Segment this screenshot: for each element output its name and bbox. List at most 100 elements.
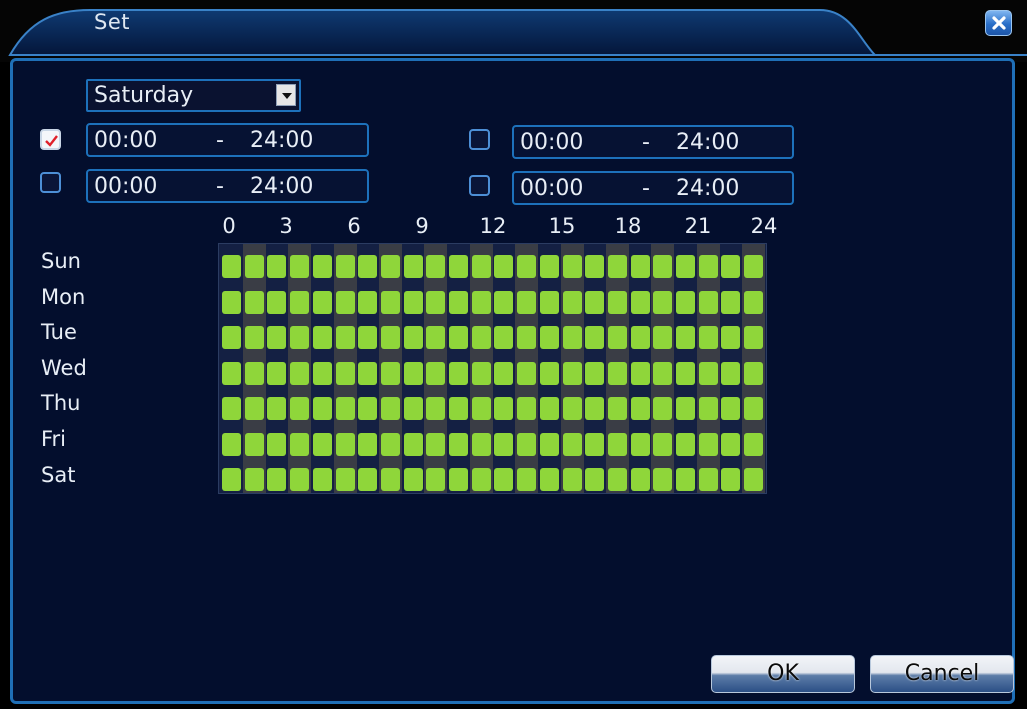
schedule-cell-tue-7[interactable] bbox=[380, 326, 400, 349]
period-3-checkbox[interactable] bbox=[469, 129, 490, 150]
schedule-cell-sat-5[interactable] bbox=[335, 468, 355, 491]
schedule-cell-sun-10[interactable] bbox=[449, 255, 468, 278]
schedule-cell-tue-4[interactable] bbox=[312, 326, 332, 349]
schedule-cell-fri-20[interactable] bbox=[676, 432, 695, 456]
schedule-cell-fri-0[interactable] bbox=[222, 432, 241, 456]
schedule-cell-fri-19[interactable] bbox=[653, 432, 673, 456]
schedule-cell-wed-7[interactable] bbox=[380, 361, 400, 385]
close-button[interactable] bbox=[985, 10, 1012, 36]
schedule-cell-mon-18[interactable] bbox=[630, 290, 650, 314]
schedule-cell-wed-2[interactable] bbox=[267, 361, 287, 385]
schedule-cell-wed-15[interactable] bbox=[562, 361, 582, 385]
schedule-cell-mon-5[interactable] bbox=[335, 290, 355, 314]
period-3-time-field[interactable]: 00:00 - 24:00 bbox=[512, 125, 794, 159]
schedule-cell-mon-2[interactable] bbox=[267, 290, 287, 314]
schedule-cell-mon-4[interactable] bbox=[312, 290, 332, 314]
schedule-cell-sat-17[interactable] bbox=[607, 468, 627, 491]
schedule-cell-wed-18[interactable] bbox=[630, 361, 650, 385]
schedule-cell-wed-12[interactable] bbox=[494, 361, 514, 385]
schedule-cell-mon-13[interactable] bbox=[517, 290, 537, 314]
schedule-cell-mon-1[interactable] bbox=[244, 290, 264, 314]
schedule-cell-tue-20[interactable] bbox=[676, 326, 695, 349]
schedule-cell-wed-0[interactable] bbox=[222, 361, 241, 385]
schedule-cell-fri-17[interactable] bbox=[607, 432, 627, 456]
schedule-cell-thu-4[interactable] bbox=[312, 397, 332, 420]
schedule-cell-mon-19[interactable] bbox=[653, 290, 673, 314]
schedule-cell-fri-3[interactable] bbox=[290, 432, 310, 456]
schedule-cell-wed-9[interactable] bbox=[426, 361, 446, 385]
schedule-cell-thu-0[interactable] bbox=[222, 397, 241, 420]
schedule-cell-tue-1[interactable] bbox=[244, 326, 264, 349]
schedule-cell-fri-22[interactable] bbox=[721, 432, 741, 456]
schedule-cell-tue-13[interactable] bbox=[517, 326, 537, 349]
schedule-cell-tue-16[interactable] bbox=[585, 326, 605, 349]
schedule-cell-sat-13[interactable] bbox=[517, 468, 537, 491]
schedule-cell-fri-14[interactable] bbox=[539, 432, 559, 456]
schedule-cell-tue-0[interactable] bbox=[222, 326, 241, 349]
schedule-cell-sat-9[interactable] bbox=[426, 468, 446, 491]
schedule-cell-sun-16[interactable] bbox=[585, 255, 605, 278]
schedule-cell-sun-22[interactable] bbox=[721, 255, 741, 278]
schedule-cell-sun-7[interactable] bbox=[380, 255, 400, 278]
schedule-cell-mon-7[interactable] bbox=[380, 290, 400, 314]
schedule-cell-sat-12[interactable] bbox=[494, 468, 514, 491]
schedule-cell-wed-8[interactable] bbox=[403, 361, 423, 385]
schedule-cell-thu-3[interactable] bbox=[290, 397, 310, 420]
schedule-cell-mon-15[interactable] bbox=[562, 290, 582, 314]
schedule-cell-tue-5[interactable] bbox=[335, 326, 355, 349]
schedule-cell-mon-16[interactable] bbox=[585, 290, 605, 314]
schedule-cell-tue-10[interactable] bbox=[449, 326, 468, 349]
schedule-cell-fri-10[interactable] bbox=[449, 432, 468, 456]
schedule-cell-wed-10[interactable] bbox=[449, 361, 468, 385]
schedule-cell-fri-12[interactable] bbox=[494, 432, 514, 456]
schedule-cell-tue-15[interactable] bbox=[562, 326, 582, 349]
schedule-cell-fri-5[interactable] bbox=[335, 432, 355, 456]
schedule-cell-sat-18[interactable] bbox=[630, 468, 650, 491]
schedule-cell-wed-14[interactable] bbox=[539, 361, 559, 385]
schedule-cell-thu-14[interactable] bbox=[539, 397, 559, 420]
schedule-cell-tue-23[interactable] bbox=[744, 326, 764, 349]
schedule-cell-fri-13[interactable] bbox=[517, 432, 537, 456]
schedule-cell-fri-23[interactable] bbox=[744, 432, 764, 456]
schedule-cell-mon-23[interactable] bbox=[744, 290, 764, 314]
schedule-cell-thu-5[interactable] bbox=[335, 397, 355, 420]
schedule-cell-sun-3[interactable] bbox=[290, 255, 310, 278]
schedule-cell-fri-21[interactable] bbox=[698, 432, 718, 456]
schedule-cell-fri-15[interactable] bbox=[562, 432, 582, 456]
schedule-cell-sun-14[interactable] bbox=[539, 255, 559, 278]
schedule-cell-tue-19[interactable] bbox=[653, 326, 673, 349]
schedule-cell-thu-11[interactable] bbox=[471, 397, 491, 420]
schedule-cell-fri-2[interactable] bbox=[267, 432, 287, 456]
schedule-cell-thu-9[interactable] bbox=[426, 397, 446, 420]
schedule-cell-thu-7[interactable] bbox=[380, 397, 400, 420]
schedule-cell-sun-4[interactable] bbox=[312, 255, 332, 278]
period-2-checkbox[interactable] bbox=[40, 172, 61, 193]
schedule-cell-wed-13[interactable] bbox=[517, 361, 537, 385]
schedule-cell-sat-6[interactable] bbox=[358, 468, 378, 491]
schedule-cell-sat-10[interactable] bbox=[449, 468, 468, 491]
schedule-cell-wed-11[interactable] bbox=[471, 361, 491, 385]
period-4-time-field[interactable]: 00:00 - 24:00 bbox=[512, 171, 794, 205]
schedule-cell-fri-7[interactable] bbox=[380, 432, 400, 456]
schedule-cell-mon-20[interactable] bbox=[676, 290, 695, 314]
schedule-cell-thu-1[interactable] bbox=[244, 397, 264, 420]
schedule-cell-tue-11[interactable] bbox=[471, 326, 491, 349]
schedule-cell-sun-23[interactable] bbox=[744, 255, 764, 278]
schedule-cell-mon-9[interactable] bbox=[426, 290, 446, 314]
schedule-cell-thu-15[interactable] bbox=[562, 397, 582, 420]
schedule-cell-sat-14[interactable] bbox=[539, 468, 559, 491]
schedule-cell-mon-17[interactable] bbox=[607, 290, 627, 314]
schedule-cell-sun-2[interactable] bbox=[267, 255, 287, 278]
schedule-cell-sun-1[interactable] bbox=[244, 255, 264, 278]
schedule-cell-thu-18[interactable] bbox=[630, 397, 650, 420]
schedule-cell-sat-0[interactable] bbox=[222, 468, 241, 491]
chevron-down-icon[interactable] bbox=[276, 84, 296, 106]
schedule-cell-wed-4[interactable] bbox=[312, 361, 332, 385]
schedule-cell-thu-19[interactable] bbox=[653, 397, 673, 420]
schedule-cell-fri-1[interactable] bbox=[244, 432, 264, 456]
schedule-cell-sun-6[interactable] bbox=[358, 255, 378, 278]
schedule-cell-sat-20[interactable] bbox=[676, 468, 695, 491]
schedule-cell-wed-16[interactable] bbox=[585, 361, 605, 385]
schedule-cell-sun-9[interactable] bbox=[426, 255, 446, 278]
ok-button[interactable]: OK bbox=[711, 655, 855, 693]
